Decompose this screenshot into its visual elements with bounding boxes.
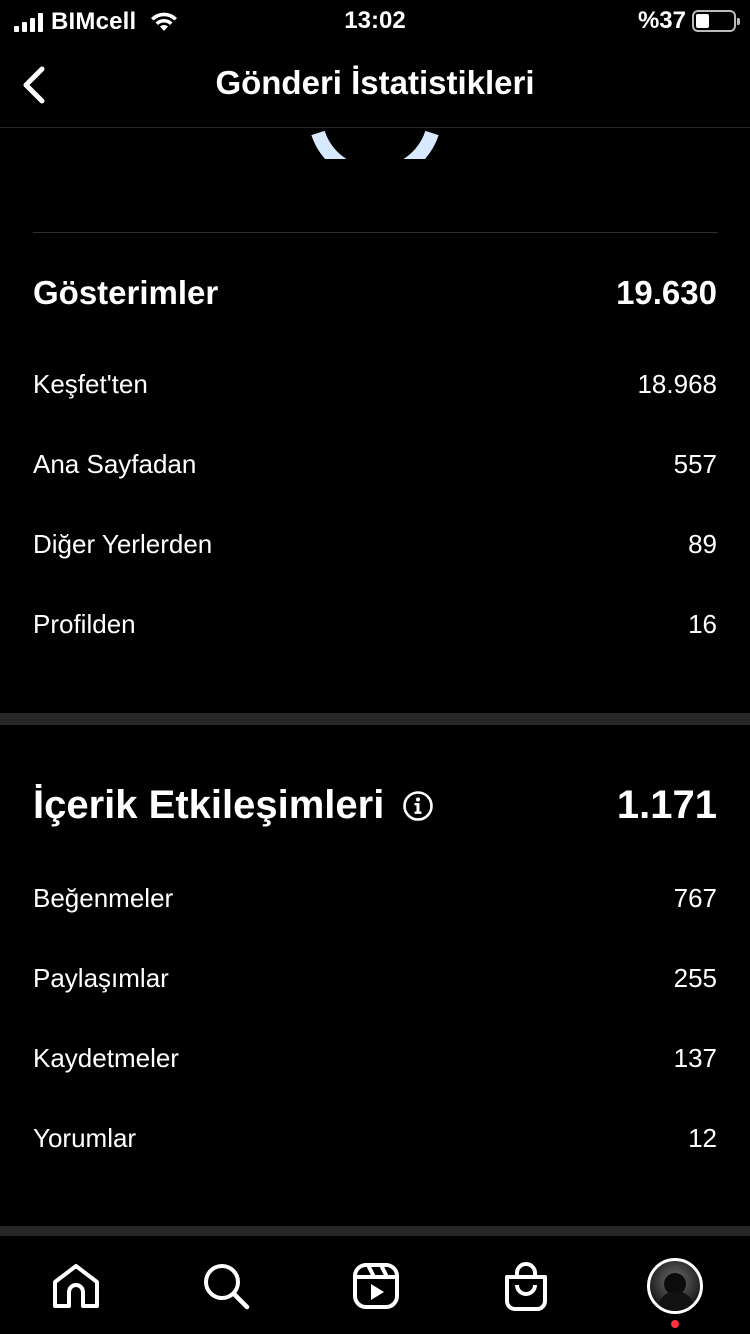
search-icon	[204, 1264, 250, 1310]
divider	[33, 232, 718, 233]
metric-label: Beğenmeler	[33, 883, 174, 913]
metric-value: 16	[688, 609, 717, 639]
section-separator	[0, 713, 750, 725]
post-insights-screen: BIMcell 13:02 %37 Gönderi İstatistikleri	[0, 0, 750, 1334]
battery-icon	[692, 10, 740, 32]
list-item: Profilden 16	[33, 609, 717, 640]
tab-home[interactable]	[50, 1260, 102, 1312]
metric-value: 12	[688, 1123, 717, 1153]
chart-ring-remnant	[0, 129, 750, 159]
tab-search[interactable]	[200, 1260, 252, 1312]
info-icon[interactable]	[402, 790, 434, 822]
content-interactions-label: İçerik Etkileşimleri	[33, 783, 385, 827]
metric-label: Paylaşımlar	[33, 963, 169, 993]
section-separator	[0, 1226, 750, 1236]
notification-dot	[671, 1320, 679, 1328]
list-item: Diğer Yerlerden 89	[33, 529, 717, 560]
profile-avatar[interactable]	[647, 1258, 703, 1314]
bottom-tab-bar	[0, 1236, 750, 1334]
tab-shop[interactable]	[500, 1260, 552, 1312]
metric-value: 18.968	[637, 369, 717, 399]
reels-icon	[353, 1263, 399, 1309]
metric-label: Kaydetmeler	[33, 1043, 179, 1073]
metric-value: 89	[688, 529, 717, 559]
home-icon	[53, 1264, 99, 1308]
metric-label: Diğer Yerlerden	[33, 529, 213, 559]
list-item: Beğenmeler 767	[33, 883, 717, 914]
metric-value: 255	[673, 963, 717, 993]
impressions-label: Gösterimler	[33, 274, 219, 311]
content-interactions-header: İçerik Etkileşimleri 1.171	[33, 783, 717, 828]
list-item: Kaydetmeler 137	[33, 1043, 717, 1074]
tab-reels[interactable]	[350, 1260, 402, 1312]
donut-chart-icon	[311, 130, 439, 159]
battery-level	[696, 14, 709, 28]
metric-value: 137	[673, 1043, 717, 1073]
list-item: Yorumlar 12	[33, 1123, 717, 1154]
metric-value: 557	[673, 449, 717, 479]
status-bar: BIMcell 13:02 %37	[0, 0, 750, 42]
metric-value: 767	[673, 883, 717, 913]
impressions-value: 19.630	[616, 274, 717, 311]
metric-label: Ana Sayfadan	[33, 449, 197, 479]
list-item: Ana Sayfadan 557	[33, 449, 717, 480]
shopping-bag-icon	[505, 1262, 547, 1311]
metric-label: Keşfet'ten	[33, 369, 148, 399]
nav-header: Gönderi İstatistikleri	[0, 42, 750, 128]
metric-label: Yorumlar	[33, 1123, 137, 1153]
list-item: Paylaşımlar 255	[33, 963, 717, 994]
impressions-header: Gösterimler 19.630	[33, 274, 717, 312]
list-item: Keşfet'ten 18.968	[33, 369, 717, 400]
battery-percentage: %37	[637, 7, 686, 34]
metric-label: Profilden	[33, 609, 136, 639]
content-interactions-value: 1.171	[616, 783, 717, 827]
page-title: Gönderi İstatistikleri	[215, 64, 535, 101]
